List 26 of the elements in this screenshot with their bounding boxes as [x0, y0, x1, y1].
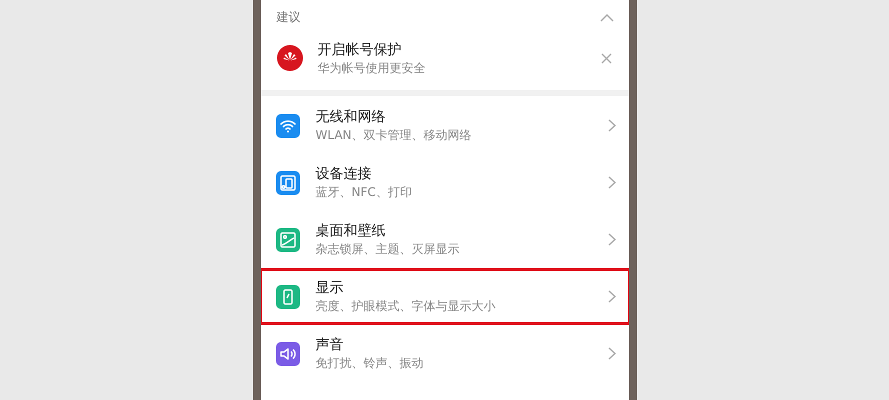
- item-subtitle: 免打扰、铃声、振动: [316, 355, 424, 371]
- chevron-icon: [600, 12, 614, 22]
- chevron-right-icon: [608, 347, 616, 360]
- item-title: 开启帐号保护: [318, 40, 402, 58]
- settings-item[interactable]: 显示 亮度、护眼模式、字体与显示大小: [262, 271, 628, 322]
- chevron-right-icon: [608, 119, 616, 132]
- chevron-right-icon: [608, 290, 616, 303]
- settings-item[interactable]: 设备连接 蓝牙、NFC、打印: [262, 157, 628, 208]
- chevron-right-icon: [608, 233, 616, 246]
- item-subtitle: 华为帐号使用更安全: [318, 60, 426, 76]
- logo-icon: [276, 45, 302, 71]
- chevron-right-icon: [608, 176, 616, 189]
- item-subtitle: 亮度、护眼模式、字体与显示大小: [316, 298, 496, 314]
- item-subtitle: 杂志锁屏、主题、灭屏显示: [316, 241, 460, 257]
- item-subtitle: WLAN、双卡管理、移动网络: [316, 127, 473, 143]
- item-title: 桌面和壁纸: [316, 222, 386, 240]
- section-header: 建议: [276, 9, 300, 26]
- settings-item[interactable]: 桌面和壁纸 杂志锁屏、主题、灭屏显示: [262, 214, 628, 265]
- item-title: 无线和网络: [316, 108, 386, 126]
- item-title: 显示: [316, 279, 344, 297]
- item-title: 声音: [316, 336, 344, 354]
- item-subtitle: 蓝牙、NFC、打印: [316, 184, 413, 200]
- item-title: 设备连接: [316, 165, 372, 183]
- settings-item[interactable]: 声音 免打扰、铃声、振动: [262, 328, 628, 379]
- close-icon: [601, 52, 612, 64]
- settings-item[interactable]: 无线和网络 WLAN、双卡管理、移动网络: [262, 100, 628, 151]
